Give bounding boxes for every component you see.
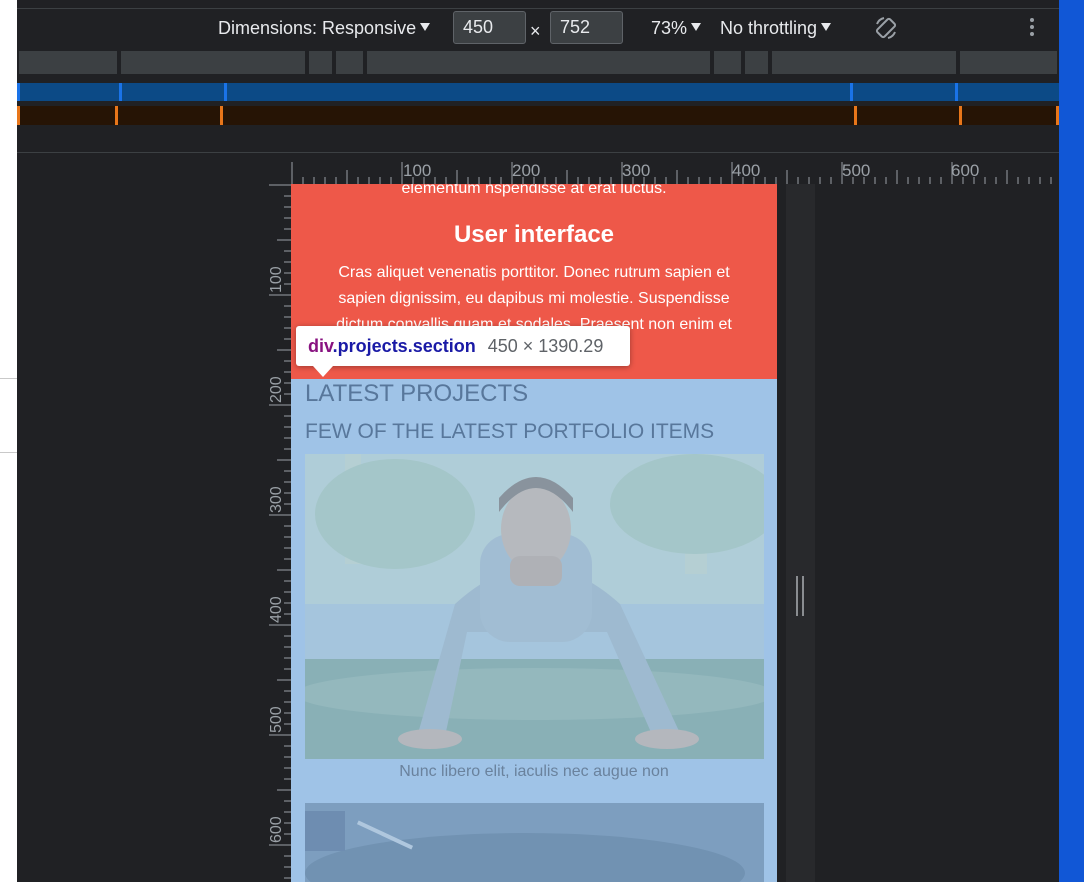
ruler-label: 300: [622, 161, 650, 180]
divider: [0, 452, 17, 453]
projects-heading: LATEST PROJECTS: [305, 380, 529, 407]
divider: [0, 378, 17, 379]
projects-subheading: FEW OF THE LATEST PORTFOLIO ITEMS: [305, 420, 715, 443]
portfolio-image[interactable]: [305, 454, 764, 759]
ruler-label: 100: [403, 161, 431, 180]
breakpoint-marker: [850, 83, 853, 101]
projects-section-highlight[interactable]: LATEST PROJECTS FEW OF THE LATEST PORTFO…: [291, 379, 777, 882]
tooltip-classes: .projects.section: [332, 336, 476, 356]
caret-down-icon: [691, 23, 702, 31]
ruler-label: 600: [951, 161, 979, 180]
throttling-dropdown[interactable]: No throttling: [720, 18, 832, 39]
media-query-segment[interactable]: [19, 51, 117, 74]
device-toolbar: Dimensions: Responsive 450 × 752 73% No …: [17, 9, 1059, 47]
media-query-segment[interactable]: [336, 51, 363, 74]
background-window-strip: [0, 0, 17, 882]
media-queries-bar[interactable]: [17, 49, 1059, 76]
zoom-label: 73%: [651, 18, 688, 38]
element-inspect-tooltip: div.projects.section 450 × 1390.29: [296, 326, 630, 366]
dimensions-dropdown[interactable]: Dimensions: Responsive: [218, 18, 431, 39]
divider: [17, 152, 1059, 153]
media-query-segment[interactable]: [121, 51, 305, 74]
viewport-side-area: [786, 184, 815, 882]
resize-handle[interactable]: [796, 576, 805, 616]
breakpoint-marker: [17, 106, 20, 125]
breakpoint-marker: [955, 83, 958, 101]
screen-root: Dimensions: Responsive 450 × 752 73% No …: [0, 0, 1084, 882]
rotate-icon[interactable]: [872, 14, 900, 42]
media-query-segment[interactable]: [745, 51, 768, 74]
ruler-label: 100: [268, 266, 285, 293]
horizontal-ruler: 100 200 300 400 500 600: [291, 161, 1052, 184]
ruler-label: 200: [268, 376, 285, 403]
device-toolbar-panel: Dimensions: Responsive 450 × 752 73% No …: [17, 0, 1059, 882]
ruler-label: 400: [732, 161, 760, 180]
dimensions-label: Dimensions: Responsive: [218, 18, 417, 38]
background-window-edge: [1059, 0, 1084, 882]
device-viewport[interactable]: elementum nspendisse at erat luctus. Use…: [291, 184, 777, 882]
min-max-media-bar[interactable]: [17, 106, 1059, 125]
breakpoint-marker: [115, 106, 118, 125]
breakpoint-marker: [224, 83, 227, 101]
tooltip-size: 450 × 1390.29: [487, 336, 604, 356]
media-query-segment[interactable]: [309, 51, 332, 74]
times-symbol: ×: [530, 21, 541, 41]
more-options-icon[interactable]: [1025, 18, 1039, 40]
ruler-label: 300: [268, 486, 285, 513]
ruler-label: 500: [268, 706, 285, 733]
zoom-dropdown[interactable]: 73%: [651, 18, 702, 39]
breakpoint-marker: [119, 83, 122, 101]
breakpoint-marker: [220, 106, 223, 125]
vertical-ruler: 100 200 300 400 500 600: [268, 184, 291, 879]
media-query-segment[interactable]: [367, 51, 710, 74]
media-query-segment[interactable]: [772, 51, 956, 74]
media-query-segment[interactable]: [714, 51, 741, 74]
breakpoint-marker: [854, 106, 857, 125]
caret-down-icon: [821, 23, 832, 31]
portfolio-caption: Nunc libero elit, iaculis nec augue non: [399, 763, 669, 780]
breakpoint-marker: [17, 83, 20, 101]
breakpoint-marker: [959, 106, 962, 125]
section-text-partial: elementum nspendisse at erat luctus.: [401, 184, 667, 197]
caret-down-icon: [420, 23, 431, 31]
section-heading: User interface: [453, 221, 615, 248]
ruler-label: 500: [842, 161, 870, 180]
tooltip-arrow: [313, 366, 333, 377]
portfolio-image[interactable]: [305, 803, 764, 882]
height-input[interactable]: 752: [550, 11, 623, 44]
ruler-label: 400: [268, 596, 285, 623]
max-width-media-bar[interactable]: [17, 83, 1059, 101]
tooltip-tag: div: [308, 336, 333, 356]
throttling-label: No throttling: [720, 18, 818, 38]
width-input[interactable]: 450: [453, 11, 526, 44]
media-query-segment[interactable]: [960, 51, 1057, 74]
ruler-label: 200: [512, 161, 540, 180]
ruler-label: 600: [268, 816, 285, 843]
